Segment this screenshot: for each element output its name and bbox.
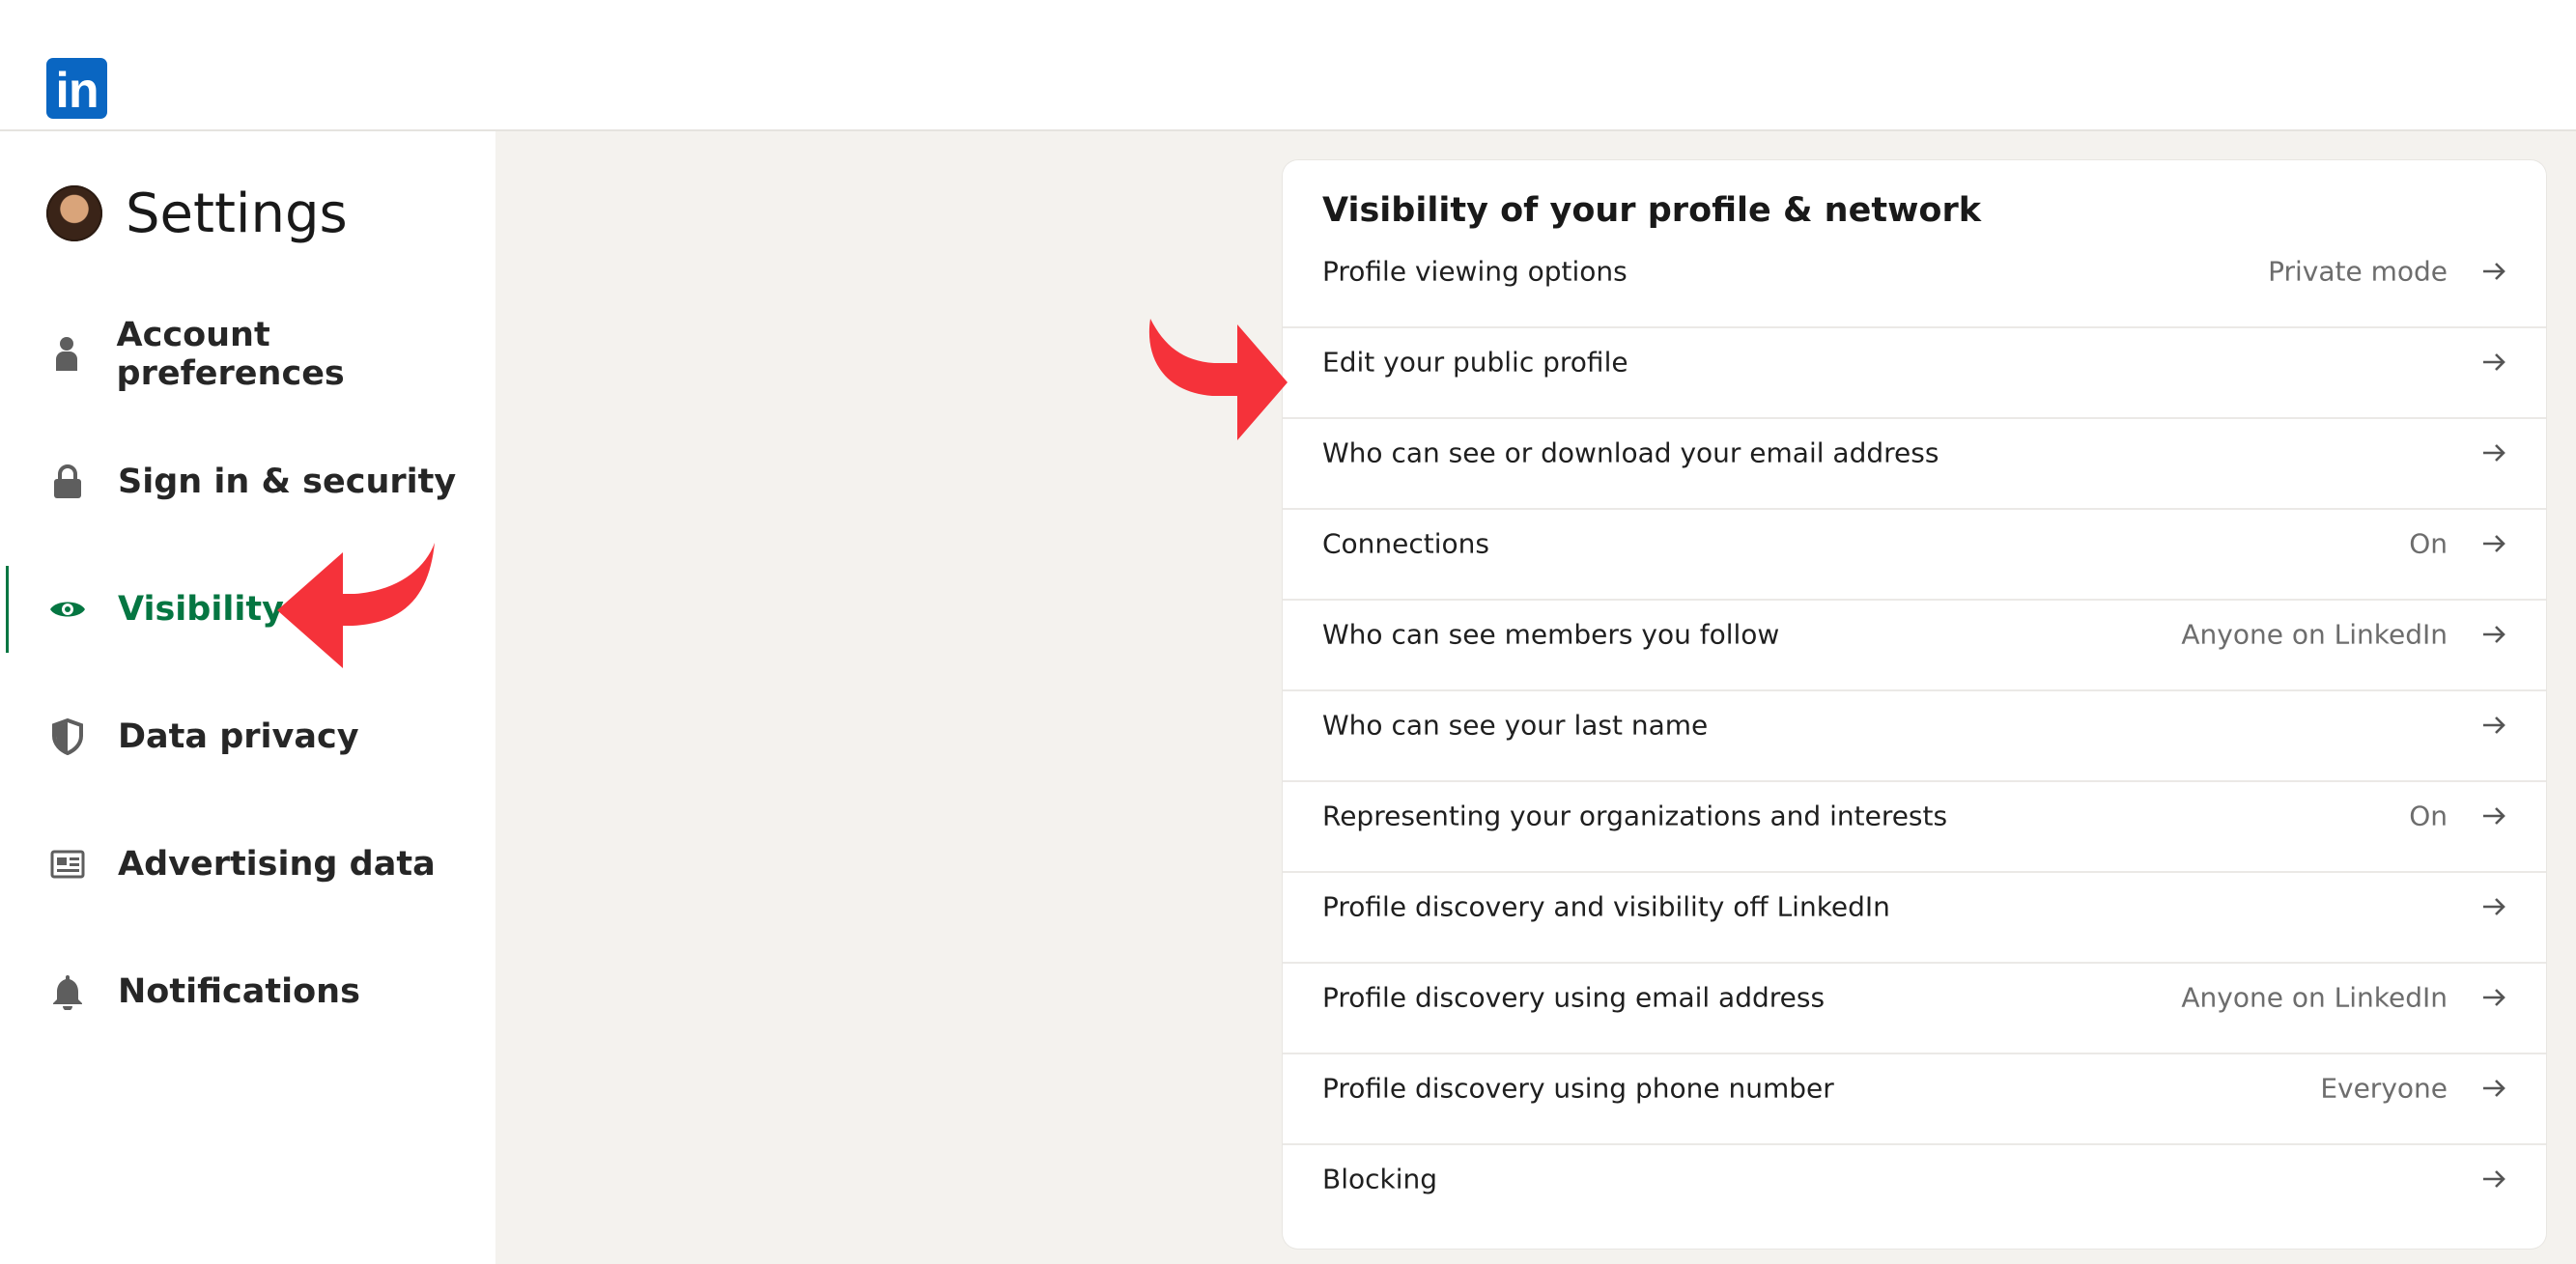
row-members-you-follow[interactable]: Who can see members you follow Anyone on… — [1283, 589, 2546, 680]
row-value: On — [2409, 527, 2448, 560]
sidebar-item-label: Notifications — [118, 972, 360, 1011]
eye-icon — [48, 590, 87, 629]
sidebar-item-data-privacy[interactable]: Data privacy — [0, 693, 495, 780]
arrow-right-icon — [2483, 807, 2505, 825]
sidebar-item-account-preferences[interactable]: Account preferences — [0, 311, 495, 398]
sidebar-item-label: Data privacy — [118, 717, 359, 756]
arrow-right-icon — [2483, 626, 2505, 643]
row-value: Anyone on LinkedIn — [2181, 981, 2448, 1014]
row-label: Profile viewing options — [1322, 255, 1628, 288]
row-edit-public-profile[interactable]: Edit your public profile — [1283, 317, 2546, 407]
main-content: Visibility of your profile & network Pro… — [495, 131, 2576, 1264]
bell-icon — [48, 972, 87, 1011]
row-value: Private mode — [2268, 255, 2448, 288]
row-organizations-interests[interactable]: Representing your organizations and inte… — [1283, 771, 2546, 861]
annotation-arrow-visibility-icon — [277, 543, 435, 668]
settings-sidebar: Settings Account preferences Sign in & s… — [0, 131, 495, 1264]
visibility-card: Visibility of your profile & network Pro… — [1283, 160, 2546, 1249]
avatar[interactable] — [46, 185, 102, 241]
row-value: On — [2409, 800, 2448, 832]
arrow-right-icon — [2483, 898, 2505, 915]
person-icon — [48, 335, 86, 374]
row-value: Everyone — [2320, 1072, 2448, 1105]
sidebar-item-label: Advertising data — [118, 845, 436, 884]
arrow-right-icon — [2483, 1170, 2505, 1188]
row-label: Who can see members you follow — [1322, 618, 1780, 651]
row-discovery-off-linkedin[interactable]: Profile discovery and visibility off Lin… — [1283, 861, 2546, 952]
lock-icon — [48, 463, 87, 501]
row-label: Profile discovery and visibility off Lin… — [1322, 890, 1890, 923]
linkedin-logo-icon[interactable]: in — [46, 58, 107, 119]
row-label: Profile discovery using email address — [1322, 981, 1826, 1014]
row-profile-viewing-options[interactable]: Profile viewing options Private mode — [1283, 226, 2546, 317]
row-label: Edit your public profile — [1322, 346, 1628, 379]
ad-icon — [48, 845, 87, 884]
row-label: Who can see or download your email addre… — [1322, 436, 1939, 469]
arrow-right-icon — [2483, 716, 2505, 734]
arrow-right-icon — [2483, 263, 2505, 280]
row-blocking[interactable]: Blocking — [1283, 1134, 2546, 1224]
sidebar-item-advertising-data[interactable]: Advertising data — [0, 821, 495, 908]
arrow-right-icon — [2483, 1080, 2505, 1097]
row-label: Who can see your last name — [1322, 709, 1709, 742]
row-email-visibility[interactable]: Who can see or download your email addre… — [1283, 407, 2546, 498]
row-discovery-email[interactable]: Profile discovery using email address An… — [1283, 952, 2546, 1043]
sidebar-item-sign-in-security[interactable]: Sign in & security — [0, 438, 495, 525]
sidebar-item-notifications[interactable]: Notifications — [0, 948, 495, 1035]
arrow-right-icon — [2483, 535, 2505, 552]
settings-header: Settings — [46, 180, 348, 247]
row-value: Anyone on LinkedIn — [2181, 618, 2448, 651]
row-discovery-phone[interactable]: Profile discovery using phone number Eve… — [1283, 1043, 2546, 1134]
shield-icon — [48, 717, 87, 756]
arrow-right-icon — [2483, 353, 2505, 371]
row-connections[interactable]: Connections On — [1283, 498, 2546, 589]
card-title: Visibility of your profile & network — [1322, 191, 1981, 230]
sidebar-item-label: Account preferences — [116, 316, 345, 393]
row-label: Blocking — [1322, 1163, 1438, 1195]
top-bar: in — [0, 0, 2576, 131]
arrow-right-icon — [2483, 444, 2505, 462]
row-label: Profile discovery using phone number — [1322, 1072, 1834, 1105]
sidebar-item-label: Visibility — [118, 590, 284, 629]
annotation-arrow-public-profile-icon — [1148, 319, 1288, 440]
row-last-name[interactable]: Who can see your last name — [1283, 680, 2546, 771]
arrow-right-icon — [2483, 989, 2505, 1006]
row-label: Connections — [1322, 527, 1490, 560]
sidebar-item-label: Sign in & security — [118, 463, 457, 501]
page-title: Settings — [126, 182, 348, 245]
row-label: Representing your organizations and inte… — [1322, 800, 1948, 832]
active-indicator — [6, 566, 9, 653]
